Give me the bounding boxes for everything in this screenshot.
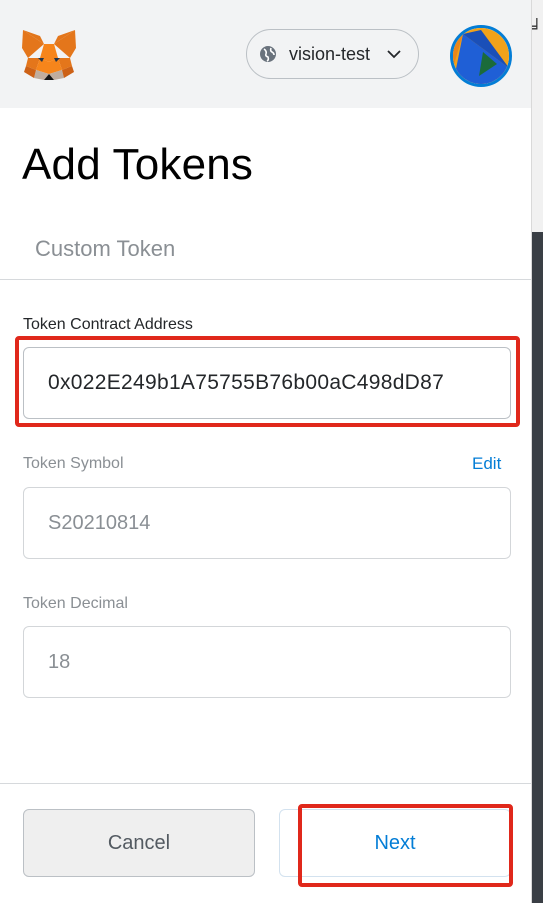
footer-divider bbox=[0, 783, 531, 784]
network-selector[interactable]: vision-test bbox=[246, 29, 419, 79]
background-glyph: ╛ bbox=[532, 18, 542, 37]
next-button[interactable]: Next bbox=[279, 809, 511, 877]
network-label: vision-test bbox=[289, 43, 371, 64]
app-header: vision-test bbox=[0, 0, 531, 108]
metamask-fox-icon[interactable] bbox=[20, 28, 78, 82]
edit-symbol-link[interactable]: Edit bbox=[472, 454, 501, 474]
tab-divider bbox=[0, 279, 531, 280]
token-symbol-label: Token Symbol bbox=[23, 455, 124, 472]
identicon bbox=[453, 28, 509, 84]
tab-custom-token[interactable]: Custom Token bbox=[35, 236, 175, 262]
metamask-popup: vision-test Add Tokens Custom Token Toke… bbox=[0, 0, 531, 903]
chevron-down-icon bbox=[387, 50, 401, 59]
background-window: ╛ bbox=[531, 0, 543, 903]
token-decimal-label: Token Decimal bbox=[23, 595, 128, 612]
cancel-button[interactable]: Cancel bbox=[23, 809, 255, 877]
token-decimal-input[interactable] bbox=[23, 626, 511, 698]
token-contract-address-label: Token Contract Address bbox=[23, 316, 193, 333]
globe-icon bbox=[260, 46, 276, 62]
background-dark-panel bbox=[532, 232, 543, 903]
account-avatar[interactable] bbox=[450, 25, 512, 87]
page-title: Add Tokens bbox=[22, 140, 254, 189]
token-symbol-input[interactable] bbox=[23, 487, 511, 559]
token-contract-address-input[interactable] bbox=[23, 347, 511, 419]
